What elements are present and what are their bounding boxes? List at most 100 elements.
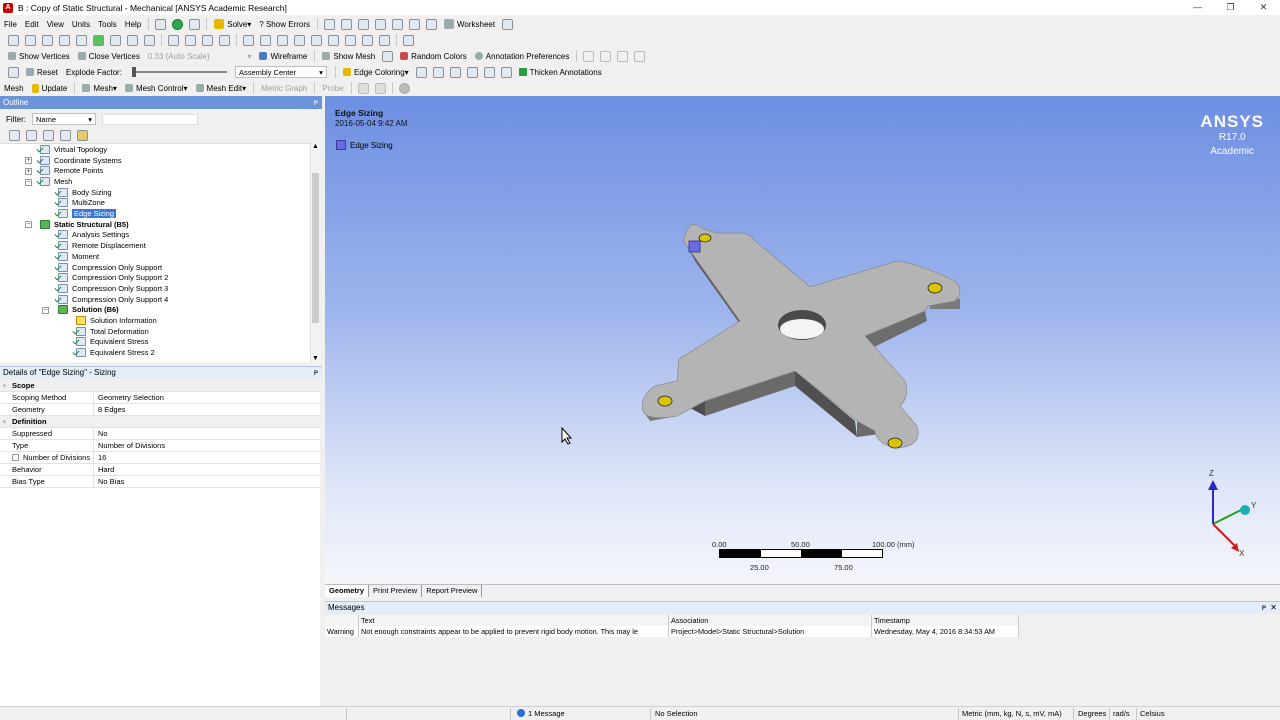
details-row-behavior[interactable]: Behavior Hard [0,464,320,476]
explode-factor-slider[interactable] [131,67,227,77]
assembly-center-select[interactable]: Assembly Center ▾ [234,66,327,78]
tree-node-compression-support-4[interactable]: Compression Only Support 4 [58,294,168,305]
align-icon-4[interactable] [634,50,646,62]
previous-view-icon[interactable] [311,34,322,46]
collapse-icon[interactable]: ▫ [3,381,6,390]
align-icon-2[interactable] [600,50,612,62]
set-view-icon[interactable] [362,34,373,46]
probe-icon[interactable] [374,18,386,30]
mesh-edit-button[interactable]: Mesh Edit ▾ [192,81,251,95]
table-row[interactable]: Warning Not enough constraints appear to… [325,626,1019,637]
select-node-icon[interactable] [110,34,121,46]
element-icon[interactable] [382,50,394,62]
edge-style-icon-6[interactable] [500,66,512,78]
select-face-icon[interactable] [76,34,87,46]
collapse-solution[interactable]: − [42,307,49,314]
expand-coordinate-systems[interactable]: + [25,157,32,164]
zoom-icon[interactable] [202,34,213,46]
tree-scrollbar[interactable]: ▲ ▼ [310,143,320,362]
metric-graph-button[interactable]: Metric Graph [257,81,311,95]
menu-tools[interactable]: Tools [94,20,121,29]
zoom-out-icon[interactable] [294,34,305,46]
chart-icon[interactable] [340,18,352,30]
edge-coloring-button[interactable]: Edge Coloring ▾ [339,65,413,79]
select-mode-icon[interactable] [25,34,36,46]
expand-remote-points[interactable]: + [25,168,32,175]
menu-units[interactable]: Units [68,20,94,29]
tree-node-analysis-settings[interactable]: Analysis Settings [58,230,129,241]
tree-node-static-structural[interactable]: Static Structural (B5) [40,219,129,230]
edge-style-icon-2[interactable] [432,66,444,78]
collapse-mesh[interactable]: − [25,179,32,186]
tree-node-remote-points[interactable]: Remote Points [40,165,103,176]
details-row-scoping-method[interactable]: Scoping Method Geometry Selection [0,392,320,404]
status-units[interactable]: Metric (mm, kg, N, s, mV, mA) [962,709,1062,718]
col-timestamp[interactable]: Timestamp [872,615,1019,626]
slider-thumb[interactable] [131,67,136,77]
worksheet-button[interactable]: Worksheet [440,17,499,31]
tree-node-virtual-topology[interactable]: Virtual Topology [40,144,107,155]
close-vertices-button[interactable]: Close Vertices [74,49,144,63]
show-vertices-button[interactable]: Show Vertices [4,49,74,63]
probe-button[interactable]: Probe [318,81,347,95]
folder-icon[interactable] [77,129,88,141]
viewport-layout-icon[interactable] [403,34,414,46]
scrollbar-thumb[interactable] [312,173,319,323]
status-temperature[interactable]: Celsius [1140,709,1165,718]
mesh-button[interactable]: Mesh ▾ [78,81,121,95]
scroll-down-icon[interactable]: ▼ [312,355,319,362]
ok-check-icon[interactable] [172,18,184,30]
collapse-static-structural[interactable]: − [25,221,32,228]
image-icon[interactable] [323,18,335,30]
align-icon-1[interactable] [583,50,595,62]
select-edge-icon[interactable] [59,34,70,46]
graphics-viewport[interactable]: Edge Sizing 2016-05-04 9:42 AM Edge Sizi… [325,96,1280,584]
tree-node-mesh[interactable]: Mesh [40,176,72,187]
menu-file[interactable]: File [0,20,21,29]
select-body-icon[interactable] [93,34,104,46]
select-element-icon[interactable] [127,34,138,46]
select-point-icon[interactable] [8,34,19,46]
tree-node-solution-information[interactable]: Solution Information [76,315,157,326]
tab-geometry[interactable]: Geometry [325,585,370,597]
collapse-environments-icon[interactable] [43,129,54,141]
close-button[interactable]: ✕ [1247,0,1280,15]
thicken-annotations-button[interactable]: Thicken Annotations [515,65,606,79]
expand-tree-icon[interactable] [9,129,20,141]
pin-icon[interactable]: ᴘ [314,367,318,379]
show-errors-button[interactable]: ? Show Errors [255,17,314,31]
tree-node-compression-support-2[interactable]: Compression Only Support 2 [58,272,168,283]
tree-node-equivalent-stress[interactable]: Equivalent Stress [76,337,148,348]
edge-style-icon-3[interactable] [449,66,461,78]
tree-node-multizone[interactable]: MultiZone [58,198,105,209]
filter-select[interactable]: Name ▾ [32,113,96,125]
details-row-type[interactable]: Type Number of Divisions [0,440,320,452]
help-pointer-icon[interactable] [502,18,514,30]
magnifier-icon[interactable] [277,34,288,46]
collapse-tree-icon[interactable] [26,129,37,141]
mesh-control-button[interactable]: Mesh Control ▾ [121,81,192,95]
show-mesh-button[interactable]: Show Mesh [318,49,379,63]
edge-style-icon-5[interactable] [483,66,495,78]
details-section-definition[interactable]: ▫ Definition [0,416,320,428]
iso-view-icon[interactable] [345,34,356,46]
new-section-icon[interactable] [155,18,167,30]
rotate-icon[interactable] [168,34,179,46]
menu-view[interactable]: View [43,20,68,29]
collapse-models-icon[interactable] [60,129,71,141]
restore-view-icon[interactable] [379,34,390,46]
connect-icon[interactable] [189,18,201,30]
minimize-button[interactable]: — [1181,0,1214,15]
menu-edit[interactable]: Edit [21,20,43,29]
edge-style-icon-1[interactable] [415,66,427,78]
screenshot-icon[interactable] [408,18,420,30]
details-row-suppressed[interactable]: Suppressed No [0,428,320,440]
tree-node-equivalent-stress-2[interactable]: Equivalent Stress 2 [76,347,155,358]
filter-input[interactable] [102,113,198,125]
scroll-up-icon[interactable]: ▲ [312,143,319,150]
tree-node-remote-displacement[interactable]: Remote Displacement [58,240,146,251]
tree-node-solution[interactable]: Solution (B6) [58,305,119,316]
details-row-geometry[interactable]: Geometry 8 Edges [0,404,320,416]
part-model[interactable] [625,221,975,481]
status-angle[interactable]: Degrees [1078,709,1106,718]
